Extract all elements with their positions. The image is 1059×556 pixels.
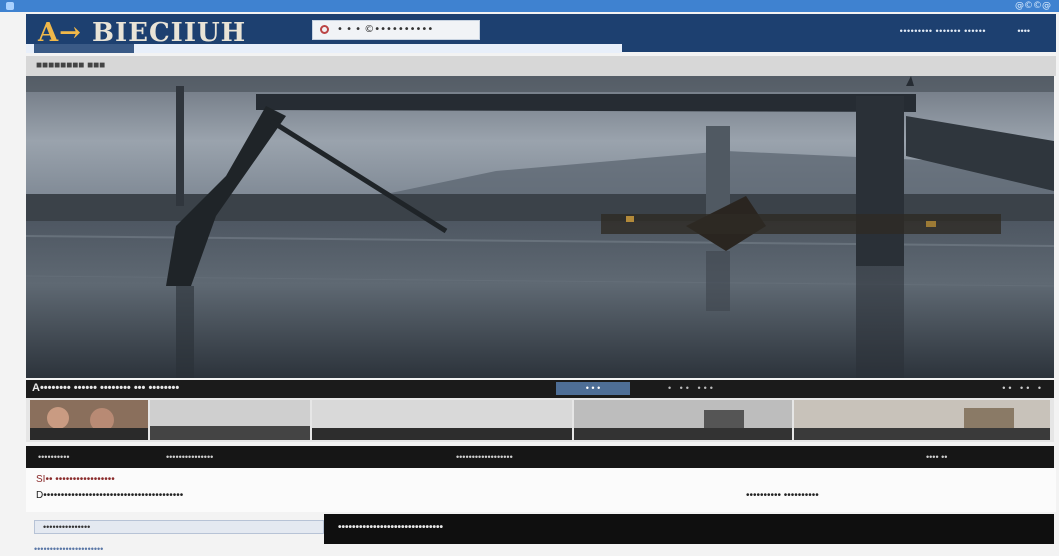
section-band-text: ■■■■■■■■ ■■■ — [36, 60, 106, 71]
header-nav-right[interactable]: •••• — [1017, 26, 1030, 36]
thumbnail-strip — [26, 398, 1054, 442]
text-line-2: D•••••••••••••••••••••••••••••••••••••••… — [36, 490, 184, 501]
bottom-link-text: ••••••••••••••• — [43, 522, 91, 532]
app-icon[interactable] — [6, 2, 14, 10]
thumbnail-people[interactable] — [30, 400, 148, 440]
section-band: ■■■■■■■■ ■■■ — [26, 56, 1056, 76]
text-line-1: SI•• ••••••••••••••••• — [36, 474, 115, 485]
bottom-caption-text[interactable]: •••••••••••••••••••••••••••••• — [338, 522, 443, 533]
info-b[interactable]: ••••••••••••••• — [166, 452, 213, 462]
thumbnail-scene-1[interactable] — [150, 400, 310, 440]
thumbnail-scene-4[interactable] — [794, 400, 1050, 440]
search-icon — [320, 25, 329, 34]
sub-nav-tag[interactable] — [34, 44, 134, 53]
bottom-caption-bar: •••••••••••••••••••••••••••••• — [324, 514, 1054, 544]
footer-text[interactable]: •••••••••••••••••••••• — [34, 544, 103, 554]
info-d[interactable]: •••• •• — [926, 452, 947, 462]
hero-image[interactable] — [26, 76, 1054, 378]
top-strip-text: @©©@ — [1015, 1, 1051, 11]
title-action-button[interactable]: • • • — [556, 382, 630, 395]
sub-navigation-bar — [26, 44, 622, 53]
search-text: • • • ©•••••••••• — [337, 24, 434, 35]
browser-top-strip: @©©@ — [0, 0, 1059, 12]
hero-photo — [26, 76, 1054, 378]
dark-info-bar: •••••••••• ••••••••••••••• •••••••••••••… — [26, 446, 1054, 468]
title-meta-b: •• •• • — [1002, 383, 1044, 393]
article-text: SI•• ••••••••••••••••• D••••••••••••••••… — [26, 468, 1056, 512]
bottom-link-box[interactable]: ••••••••••••••• — [34, 520, 324, 534]
search-input[interactable]: • • • ©•••••••••• — [312, 20, 480, 40]
article-title[interactable]: A•••••••• •••••• •••••••• ••• •••••••• — [32, 382, 179, 394]
article-title-bar: A•••••••• •••••• •••••••• ••• •••••••• •… — [26, 380, 1054, 398]
text-line-3: •••••••••• •••••••••• — [746, 490, 819, 501]
thumbnail-scene-2[interactable] — [312, 400, 572, 440]
title-meta-a: • •• ••• — [668, 383, 716, 393]
info-c[interactable]: •••••••••••••••••• — [456, 452, 513, 462]
header-nav-links[interactable]: ••••••••• ••••••• •••••• — [900, 26, 986, 36]
info-a[interactable]: •••••••••• — [38, 452, 70, 462]
thumbnail-scene-3[interactable] — [574, 400, 792, 440]
